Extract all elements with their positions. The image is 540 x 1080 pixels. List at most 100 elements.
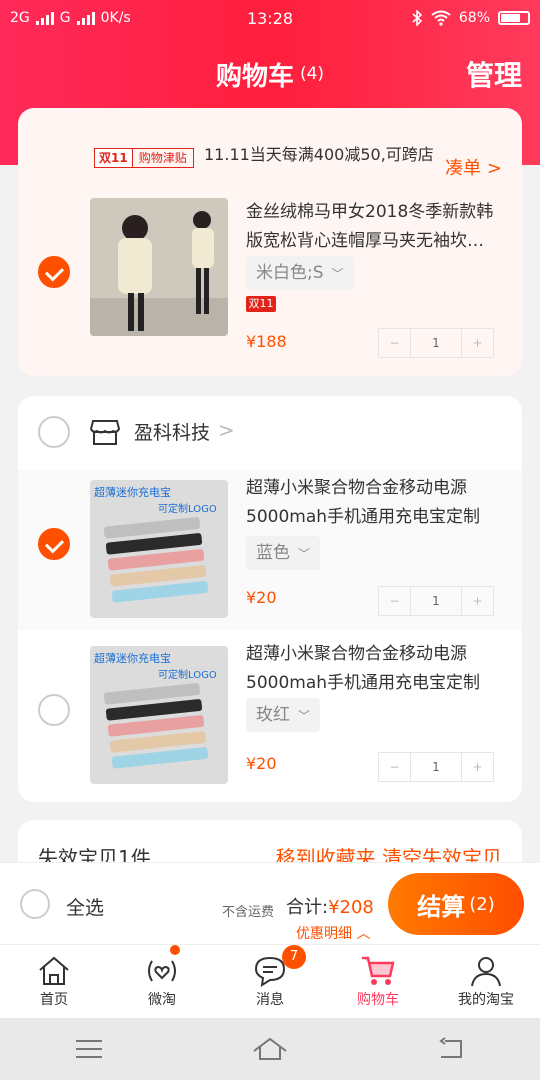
chevron-down-icon: ﹀ [331, 267, 344, 281]
page-header: 购物车 (4) 管理 [0, 44, 540, 104]
tab-home[interactable]: 首页 [0, 945, 108, 1018]
total: 合计:¥208 [286, 893, 374, 919]
image-caption-1: 超薄迷你充电宝 [94, 652, 171, 665]
promo-tag: 双11 购物津贴 [94, 148, 194, 168]
checkout-button[interactable]: 结算 (2) [388, 873, 524, 935]
wifi-icon [431, 10, 451, 26]
increase-button[interactable]: + [461, 587, 493, 615]
select-all-label[interactable]: 全选 [66, 893, 104, 920]
sku-label: 米白色;S [256, 263, 324, 283]
vest-photo-icon [90, 198, 228, 336]
battery-percent: 68% [458, 10, 490, 26]
increase-button[interactable]: + [461, 329, 493, 357]
add-items-label: 凑单 [445, 158, 482, 179]
weitao-icon [144, 953, 180, 989]
shop-icon [90, 420, 120, 445]
quantity-stepper: − 1 + [378, 328, 494, 358]
home-nav-icon[interactable] [252, 1037, 288, 1061]
network-label-2: G [59, 10, 71, 26]
double11-badge: 双11 [246, 296, 276, 312]
shop-checkbox[interactable] [38, 416, 70, 448]
sku-label: 玫红 [256, 705, 290, 725]
total-label: 合计: [286, 897, 329, 918]
cart-count: (4) [299, 64, 325, 84]
sku-label: 蓝色 [256, 543, 290, 563]
item-title[interactable]: 超薄小米聚合物合金移动电源5000mah手机通用充电宝定制L… [246, 474, 504, 532]
promo-text: 11.11当天每满400减50,可跨店 [204, 145, 434, 164]
page-title: 购物车 [215, 61, 294, 92]
sku-selector[interactable]: 玫红 ﹀ [246, 698, 321, 732]
product-image[interactable]: 超薄迷你充电宝 可定制LOGO [90, 480, 228, 618]
discount-detail-link[interactable]: 优惠明细 ︿ [296, 923, 370, 943]
signal-icon [76, 11, 95, 25]
select-all-checkbox[interactable] [20, 889, 50, 919]
promo-row: 双11 购物津贴 11.11当天每满400减50,可跨店 凑单 > [18, 122, 522, 188]
product-image[interactable]: 超薄迷你充电宝 可定制LOGO [90, 646, 228, 784]
increase-button[interactable]: + [461, 753, 493, 781]
chevron-down-icon: ﹀ [298, 709, 311, 723]
item-checkbox[interactable] [38, 694, 70, 726]
message-badge: 7 [282, 945, 306, 969]
profile-icon [468, 953, 504, 989]
bluetooth-icon [412, 10, 423, 26]
back-icon[interactable] [437, 1037, 465, 1061]
system-nav-bar [0, 1018, 540, 1080]
network-label-1: 2G [10, 10, 30, 26]
shop-header[interactable]: 盈科科技 > [18, 396, 522, 468]
chevron-right-icon: > [218, 418, 235, 442]
tab-weitao[interactable]: 微淘 [108, 945, 216, 1018]
status-bar: 2G G 0K/s 13:28 68% [0, 0, 540, 36]
image-caption-2: 可定制LOGO [158, 504, 217, 515]
sku-selector[interactable]: 米白色;S ﹀ [246, 256, 354, 290]
tab-label: 首页 [40, 992, 68, 1008]
tab-label: 微淘 [148, 992, 176, 1008]
image-caption-1: 超薄迷你充电宝 [94, 486, 171, 499]
shop-card: 双11 购物津贴 11.11当天每满400减50,可跨店 凑单 > 金丝绒棉马甲… [18, 108, 522, 376]
decrease-button[interactable]: − [379, 753, 411, 781]
tab-bar: 首页 微淘 7 消息 购物车 我的淘宝 [0, 944, 540, 1018]
checkout-label: 结算 [417, 892, 466, 921]
total-value: ¥208 [328, 897, 374, 918]
item-checkbox[interactable] [38, 528, 70, 560]
promo-tag-double11: 双11 [95, 149, 132, 167]
tab-profile[interactable]: 我的淘宝 [432, 945, 540, 1018]
item-price: ¥20 [246, 588, 277, 607]
manage-button[interactable]: 管理 [466, 54, 522, 94]
cart-icon [360, 953, 396, 989]
item-checkbox[interactable] [38, 256, 70, 288]
quantity-value[interactable]: 1 [411, 587, 461, 615]
item-title[interactable]: 金丝绒棉马甲女2018冬季新款韩版宽松背心连帽厚马夹无袖坎… [246, 198, 504, 256]
decrease-button[interactable]: − [379, 329, 411, 357]
shop-card: 盈科科技 > 超薄迷你充电宝 可定制LOGO 超薄小米聚合物合金移动电源5000… [18, 396, 522, 802]
shop-name: 盈科科技 [134, 422, 211, 444]
cart-item: 超薄迷你充电宝 可定制LOGO 超薄小米聚合物合金移动电源5000mah手机通用… [18, 636, 522, 796]
tab-label: 我的淘宝 [458, 992, 514, 1008]
quantity-value[interactable]: 1 [411, 753, 461, 781]
chevron-down-icon: ﹀ [298, 547, 311, 561]
signal-icon [35, 11, 54, 25]
net-speed: 0K/s [100, 10, 131, 26]
quantity-value[interactable]: 1 [411, 329, 461, 357]
chevron-right-icon: > [486, 158, 502, 179]
tab-messages[interactable]: 7 消息 [216, 945, 324, 1018]
decrease-button[interactable]: − [379, 587, 411, 615]
checkout-bar: 全选 不含运费 合计:¥208 优惠明细 ︿ 结算 (2) [0, 862, 540, 944]
home-icon [36, 953, 72, 989]
item-title[interactable]: 超薄小米聚合物合金移动电源5000mah手机通用充电宝定制L… [246, 640, 504, 698]
tab-label: 消息 [256, 992, 284, 1008]
menu-icon[interactable] [75, 1038, 103, 1060]
cart-item: 金丝绒棉马甲女2018冬季新款韩版宽松背心连帽厚马夹无袖坎… 米白色;S ﹀ 双1… [18, 192, 522, 358]
item-price: ¥188 [246, 332, 287, 351]
shipping-note: 不含运费 [222, 905, 275, 920]
tab-cart[interactable]: 购物车 [324, 945, 432, 1018]
cart-item: 超薄迷你充电宝 可定制LOGO 超薄小米聚合物合金移动电源5000mah手机通用… [18, 470, 522, 630]
quantity-stepper: − 1 + [378, 586, 494, 616]
battery-icon [498, 11, 530, 25]
product-image[interactable] [90, 198, 228, 336]
notification-dot [170, 945, 180, 955]
sku-selector[interactable]: 蓝色 ﹀ [246, 536, 321, 570]
clock: 13:28 [246, 8, 294, 28]
promo-tag-allowance: 购物津贴 [131, 149, 193, 167]
add-items-link[interactable]: 凑单 > [445, 154, 502, 180]
item-price: ¥20 [246, 754, 277, 773]
